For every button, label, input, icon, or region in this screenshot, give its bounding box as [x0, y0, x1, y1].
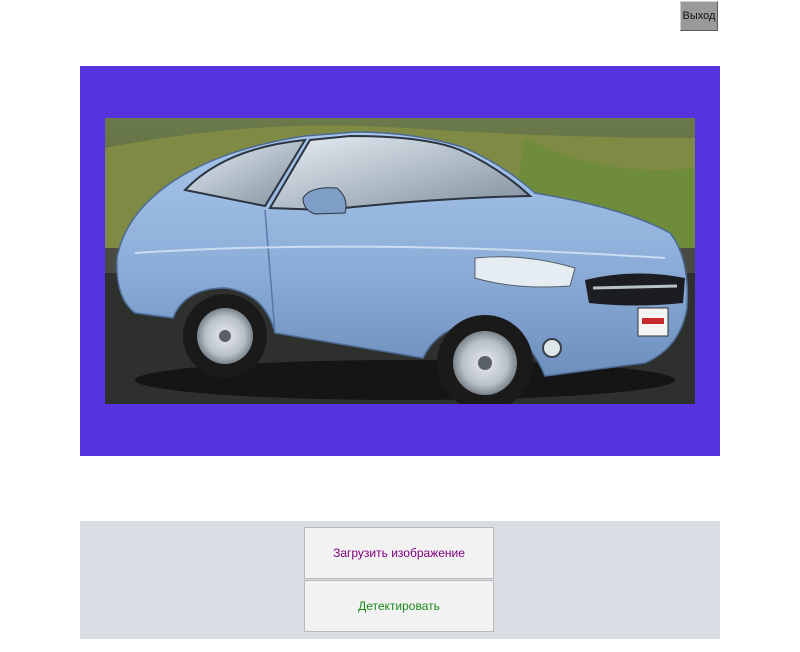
controls-panel: Загрузить изображение Детектировать [80, 521, 720, 639]
image-panel [80, 66, 720, 456]
loaded-car-image [105, 118, 695, 404]
app-window: Выход Загрузить изображение Детектироват… [0, 0, 800, 652]
exit-button[interactable]: Выход [680, 1, 718, 31]
upload-image-button[interactable]: Загрузить изображение [304, 527, 494, 579]
detect-button[interactable]: Детектировать [304, 580, 494, 632]
